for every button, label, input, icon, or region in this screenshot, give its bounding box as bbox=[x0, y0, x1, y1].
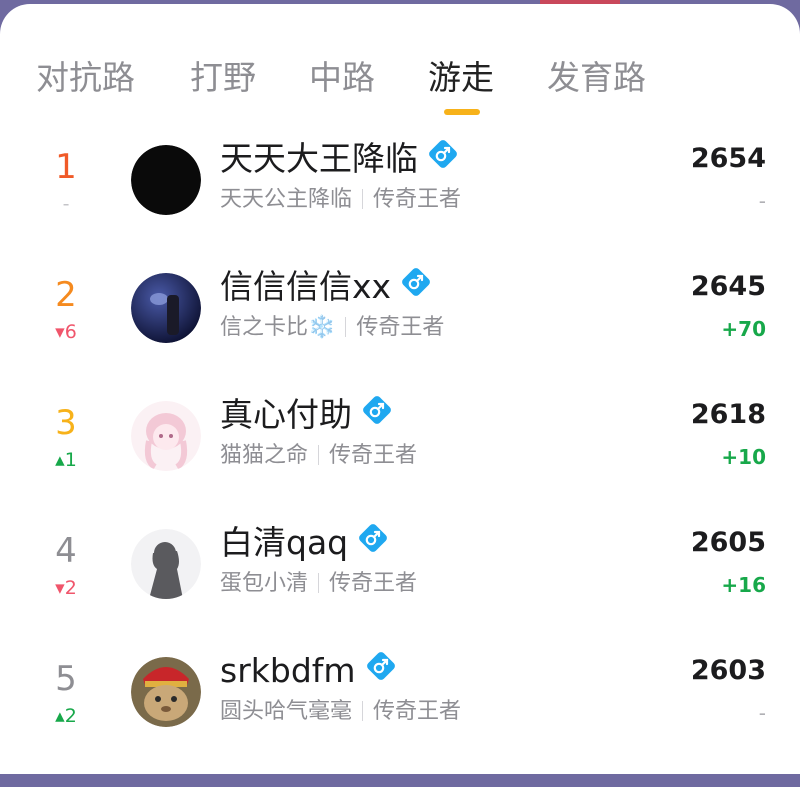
position-tabs: 对抗路 打野 中路 游走 发育路 bbox=[0, 56, 800, 126]
player-subtitle: 天天公主降临 传奇王者 bbox=[220, 185, 461, 215]
avatar[interactable] bbox=[131, 657, 201, 727]
active-tab-indicator bbox=[444, 109, 480, 115]
rank-number: 5 bbox=[55, 659, 77, 699]
divider bbox=[318, 445, 320, 465]
leaderboard-row[interactable]: 4 ▾2 白清qaq 蛋包小清 传奇王者 2605 +16 bbox=[0, 523, 800, 659]
player-score: 2603 bbox=[690, 655, 766, 686]
rank-number: 4 bbox=[55, 531, 77, 571]
divider bbox=[318, 573, 320, 593]
player-alias: 圆头哈气毫毫 bbox=[220, 699, 353, 724]
avatar[interactable] bbox=[131, 401, 201, 471]
player-name: 天天大王降临 bbox=[220, 137, 458, 181]
male-badge-icon bbox=[362, 392, 392, 436]
rank-trend: ▴2 bbox=[55, 705, 77, 727]
avatar[interactable] bbox=[131, 529, 201, 599]
player-name: 信信信信xx bbox=[220, 265, 431, 309]
rank-number: 2 bbox=[55, 275, 77, 315]
rank-number: 3 bbox=[55, 403, 77, 443]
player-name-text: srkbdfm bbox=[220, 651, 356, 690]
rank-trend: - bbox=[62, 193, 70, 215]
rank-trend: ▾6 bbox=[55, 321, 77, 343]
player-alias: 猫猫之命 bbox=[220, 443, 309, 468]
rank-number: 1 bbox=[55, 147, 77, 187]
score-delta: - bbox=[758, 189, 766, 213]
player-tier: 传奇王者 bbox=[329, 571, 418, 596]
score-delta: - bbox=[758, 701, 766, 725]
tab-top-lane[interactable]: 对抗路 bbox=[36, 56, 135, 100]
score-delta: +70 bbox=[721, 317, 766, 341]
male-badge-icon bbox=[358, 520, 388, 564]
avatar[interactable] bbox=[131, 145, 201, 215]
leaderboard-row[interactable]: 5 ▴2 srkbdfm 圆头哈气毫毫 传奇王者 2603 - bbox=[0, 651, 800, 787]
tab-mid-lane[interactable]: 中路 bbox=[309, 56, 375, 100]
player-tier: 传奇王者 bbox=[373, 187, 462, 212]
player-score: 2654 bbox=[690, 143, 766, 174]
player-tier: 传奇王者 bbox=[373, 699, 462, 724]
player-alias: 蛋包小清 bbox=[220, 571, 309, 596]
player-name-text: 信信信信xx bbox=[220, 267, 392, 306]
male-badge-icon bbox=[401, 264, 431, 308]
tab-bot-lane[interactable]: 发育路 bbox=[547, 56, 646, 100]
divider bbox=[362, 701, 364, 721]
tab-jungle[interactable]: 打野 bbox=[190, 56, 256, 100]
tab-roam[interactable]: 游走 bbox=[428, 56, 494, 100]
player-tier: 传奇王者 bbox=[356, 315, 445, 340]
player-subtitle: 猫猫之命 传奇王者 bbox=[220, 441, 417, 471]
player-name-text: 白清qaq bbox=[220, 523, 349, 562]
rank-trend: ▴1 bbox=[55, 449, 77, 471]
player-score: 2605 bbox=[690, 527, 766, 558]
player-score: 2645 bbox=[690, 271, 766, 302]
divider bbox=[345, 317, 347, 337]
leaderboard-row[interactable]: 3 ▴1 真心付助 猫猫之命 传奇王者 2618 +10 bbox=[0, 395, 800, 531]
male-badge-icon bbox=[428, 136, 458, 180]
leaderboard-row[interactable]: 1 - 天天大王降临 天天公主降临 传奇王者 2654 - bbox=[0, 139, 800, 275]
player-name: 真心付助 bbox=[220, 393, 392, 437]
player-name-text: 真心付助 bbox=[220, 395, 352, 434]
score-delta: +16 bbox=[721, 573, 766, 597]
player-score: 2618 bbox=[690, 399, 766, 430]
player-alias: 天天公主降临 bbox=[220, 187, 353, 212]
player-name: srkbdfm bbox=[220, 649, 396, 693]
leaderboard-card: 对抗路 打野 中路 游走 发育路 1 - 天天大王降临 天天公主降临 传奇王者 2… bbox=[0, 4, 800, 774]
divider bbox=[362, 189, 364, 209]
player-name-text: 天天大王降临 bbox=[220, 139, 418, 178]
player-subtitle: 圆头哈气毫毫 传奇王者 bbox=[220, 697, 461, 727]
player-subtitle: 蛋包小清 传奇王者 bbox=[220, 569, 417, 599]
score-delta: +10 bbox=[721, 445, 766, 469]
male-badge-icon bbox=[366, 648, 396, 692]
player-name: 白清qaq bbox=[220, 521, 388, 565]
avatar[interactable] bbox=[131, 273, 201, 343]
player-tier: 传奇王者 bbox=[329, 443, 418, 468]
player-subtitle: 信之卡比❄️ 传奇王者 bbox=[220, 313, 444, 343]
player-alias: 信之卡比❄️ bbox=[220, 315, 336, 340]
rank-trend: ▾2 bbox=[55, 577, 77, 599]
leaderboard-row[interactable]: 2 ▾6 信信信信xx 信之卡比❄️ 传奇王者 2645 +70 bbox=[0, 267, 800, 403]
